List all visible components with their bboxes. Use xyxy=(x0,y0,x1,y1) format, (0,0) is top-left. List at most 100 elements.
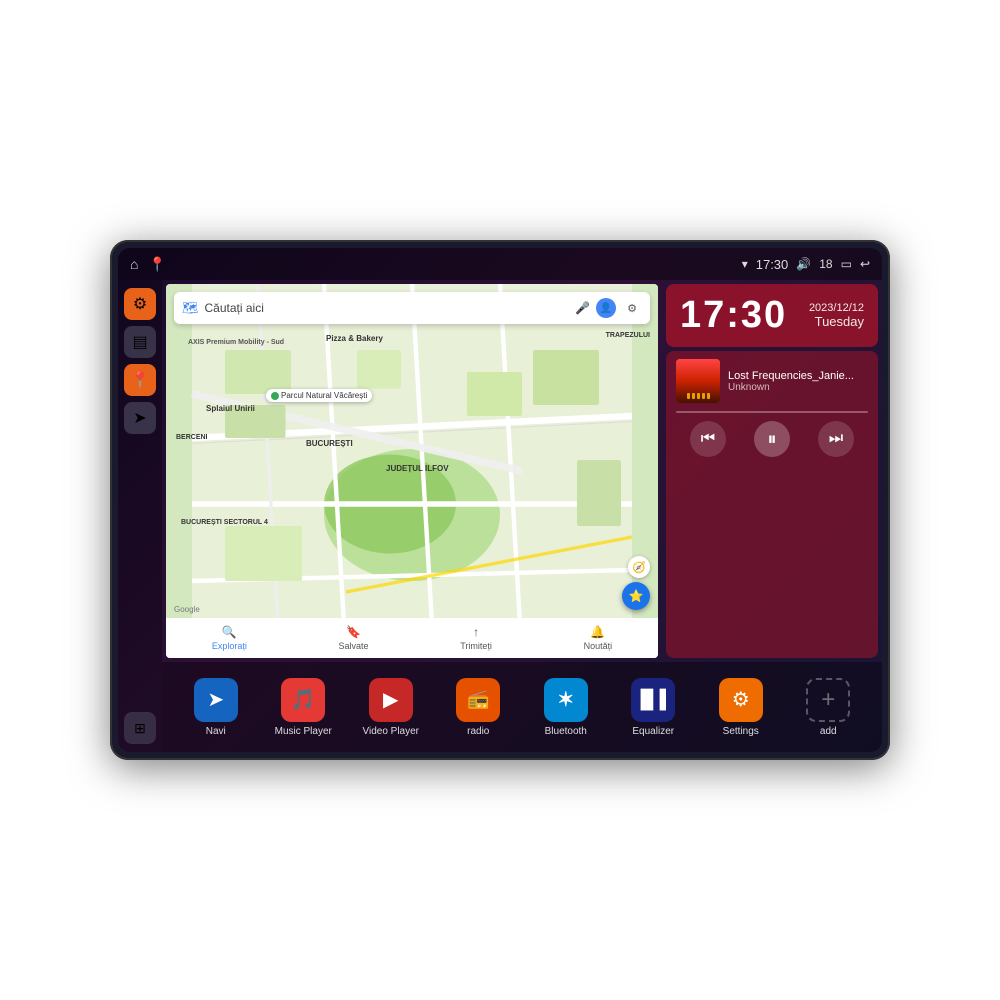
add-label: add xyxy=(820,726,837,737)
settings-icon: ⚙ xyxy=(719,678,763,722)
status-left: ⌂ 📍 xyxy=(130,256,166,273)
app-music-player[interactable]: 🎵 Music Player xyxy=(273,678,333,737)
google-logo: Google xyxy=(174,605,200,614)
navi-label: Navi xyxy=(206,726,226,737)
parcul-pin[interactable]: Parcul Natural Văcărești xyxy=(266,389,372,402)
compass-button[interactable]: 🧭 xyxy=(628,556,650,578)
star-fab[interactable]: ⭐ xyxy=(622,582,650,610)
music-text: Lost Frequencies_Janie... Unknown xyxy=(728,370,868,393)
settings-label: Settings xyxy=(723,726,759,737)
send-icon: ↑ xyxy=(473,625,479,639)
location-status-icon: 📍 xyxy=(148,256,165,273)
navi-icon: ➤ xyxy=(194,678,238,722)
music-player-label: Music Player xyxy=(275,726,332,737)
next-button[interactable]: ⏭ xyxy=(818,421,854,457)
map-background: 🗺 Căutați aici 🎤 👤 ⚙ AXIS Premium Mobili… xyxy=(166,284,658,658)
app-radio[interactable]: 📻 radio xyxy=(448,678,508,737)
equalizer-label: Equalizer xyxy=(632,726,674,737)
music-progress-bar[interactable] xyxy=(676,411,868,413)
user-avatar[interactable]: 👤 xyxy=(596,298,616,318)
skip-forward-icon: ⏭ xyxy=(829,430,843,448)
main-content: ⚙ ▤ 📍 ➤ ⊞ xyxy=(118,280,882,752)
status-bar: ⌂ 📍 ▾ 17:30 🔊 18 ▭ ↩ xyxy=(118,248,882,280)
sectorul4-label: BUCUREȘTI SECTORUL 4 xyxy=(181,519,268,526)
map-widget[interactable]: 🗺 Căutați aici 🎤 👤 ⚙ AXIS Premium Mobili… xyxy=(166,284,658,658)
map-search-text[interactable]: Căutați aici xyxy=(205,301,570,315)
music-info-row: Lost Frequencies_Janie... Unknown xyxy=(676,359,868,403)
equalizer-icon: ▐▌▌ xyxy=(631,678,675,722)
explore-icon: 🔍 xyxy=(222,625,237,639)
bluetooth-icon: ✶ xyxy=(544,678,588,722)
microphone-icon[interactable]: 🎤 xyxy=(575,301,590,315)
radio-icon: 📻 xyxy=(456,678,500,722)
berceni-label: BERCENI xyxy=(176,434,208,441)
map-settings-icon[interactable]: ⚙ xyxy=(622,298,642,318)
map-search-bar[interactable]: 🗺 Căutați aici 🎤 👤 ⚙ xyxy=(174,292,650,324)
judetul-label: JUDEȚUL ILFOV xyxy=(386,464,449,473)
music-title: Lost Frequencies_Janie... xyxy=(728,370,868,382)
map-nav-send[interactable]: ↑ Trimiteți xyxy=(460,625,492,651)
sidebar-nav-btn[interactable]: ➤ xyxy=(124,402,156,434)
sidebar-grid-btn[interactable]: ⊞ xyxy=(124,712,156,744)
pizza-label: Pizza & Bakery xyxy=(326,334,383,343)
music-controls: ⏮ ⏸ ⏭ xyxy=(676,421,868,457)
parcul-label: Parcul Natural Văcărești xyxy=(281,391,367,400)
files-icon: ▤ xyxy=(132,332,147,352)
clock-widget: 17:30 2023/12/12 Tuesday xyxy=(666,284,878,347)
clock-weekday: Tuesday xyxy=(809,314,864,329)
sidebar-settings-btn[interactable]: ⚙ xyxy=(124,288,156,320)
map-nav-explore[interactable]: 🔍 Explorați xyxy=(212,625,247,651)
saved-label: Salvate xyxy=(339,641,369,651)
bluetooth-label: Bluetooth xyxy=(545,726,587,737)
map-nav-news[interactable]: 🔔 Noutăți xyxy=(584,625,613,651)
splaiul-label: Splaiul Unirii xyxy=(206,404,255,413)
top-row: 🗺 Căutați aici 🎤 👤 ⚙ AXIS Premium Mobili… xyxy=(162,280,882,662)
add-icon: + xyxy=(806,678,850,722)
pin-dot xyxy=(271,392,279,400)
video-player-label: Video Player xyxy=(362,726,419,737)
map-nav-saved[interactable]: 🔖 Salvate xyxy=(339,625,369,651)
app-settings[interactable]: ⚙ Settings xyxy=(711,678,771,737)
app-add[interactable]: + add xyxy=(798,678,858,737)
skip-back-icon: ⏮ xyxy=(701,430,715,448)
volume-icon: 🔊 xyxy=(796,257,811,271)
status-right: ▾ 17:30 🔊 18 ▭ ↩ xyxy=(742,257,870,272)
sidebar-files-btn[interactable]: ▤ xyxy=(124,326,156,358)
trapezul-label: TRAPEZULUI xyxy=(606,332,650,339)
clock-date-year: 2023/12/12 xyxy=(809,302,864,314)
sidebar-maps-btn[interactable]: 📍 xyxy=(124,364,156,396)
back-icon[interactable]: ↩ xyxy=(860,257,870,271)
album-art xyxy=(676,359,720,403)
pause-icon: ⏸ xyxy=(768,429,777,450)
news-label: Noutăți xyxy=(584,641,613,651)
prev-button[interactable]: ⏮ xyxy=(690,421,726,457)
home-icon[interactable]: ⌂ xyxy=(130,256,138,272)
app-grid: ➤ Navi 🎵 Music Player ▶ Vi xyxy=(162,662,882,752)
status-time: 17:30 xyxy=(756,257,789,272)
app-video-player[interactable]: ▶ Video Player xyxy=(361,678,421,737)
crowd-dots xyxy=(676,393,720,399)
album-art-crowd xyxy=(676,359,720,403)
battery-icon: ▭ xyxy=(841,257,852,271)
news-icon: 🔔 xyxy=(590,625,605,639)
app-bluetooth[interactable]: ✶ Bluetooth xyxy=(536,678,596,737)
grid-icon: ⊞ xyxy=(134,720,146,737)
saved-icon: 🔖 xyxy=(346,625,361,639)
music-artist: Unknown xyxy=(728,382,868,393)
music-widget: Lost Frequencies_Janie... Unknown ⏮ xyxy=(666,351,878,658)
device-frame: ⌂ 📍 ▾ 17:30 🔊 18 ▭ ↩ ⚙ ▤ xyxy=(110,240,890,760)
music-player-icon: 🎵 xyxy=(281,678,325,722)
axis-label: AXIS Premium Mobility - Sud xyxy=(188,339,284,346)
navigate-icon: ➤ xyxy=(133,408,146,428)
send-label: Trimiteți xyxy=(460,641,492,651)
right-panel: 17:30 2023/12/12 Tuesday xyxy=(662,280,882,662)
battery-level: 18 xyxy=(819,257,832,271)
app-equalizer[interactable]: ▐▌▌ Equalizer xyxy=(623,678,683,737)
wifi-icon: ▾ xyxy=(742,257,748,271)
center-area: 🗺 Căutați aici 🎤 👤 ⚙ AXIS Premium Mobili… xyxy=(162,280,882,752)
clock-date: 2023/12/12 Tuesday xyxy=(809,302,864,329)
google-maps-icon: 🗺 xyxy=(182,300,199,316)
map-pin-icon: 📍 xyxy=(130,370,150,390)
app-navi[interactable]: ➤ Navi xyxy=(186,678,246,737)
play-pause-button[interactable]: ⏸ xyxy=(754,421,790,457)
